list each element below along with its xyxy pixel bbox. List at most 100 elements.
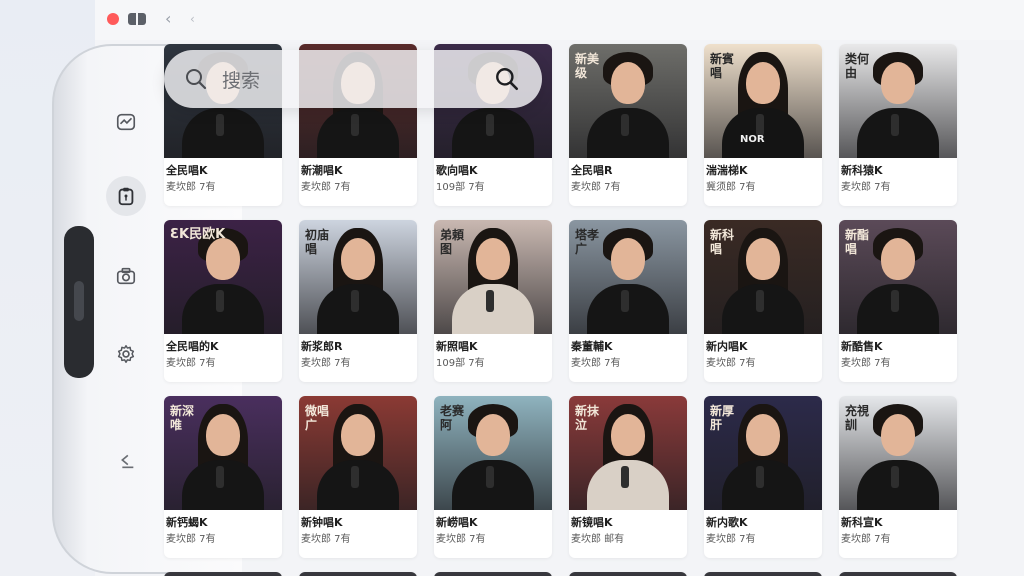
- cover-sign-text: 塔孝广: [575, 228, 600, 256]
- nav-clipboard-button[interactable]: [106, 176, 146, 216]
- gear-icon: [117, 345, 135, 363]
- song-cover-image: 新深唯: [164, 396, 282, 510]
- cover-sign-text: 弟頼图: [440, 228, 465, 256]
- song-card[interactable]: 新科唱新内唱K 麦坎郎 7有: [704, 220, 822, 382]
- song-card[interactable]: 塔孝广秦董輔K 麦坎郎 7有: [569, 220, 687, 382]
- song-cover-image: [299, 572, 417, 576]
- song-cover-image: 塔孝广: [569, 220, 687, 334]
- song-meta: 麦坎郎 7有: [841, 358, 891, 369]
- song-cover-image: 新科唱: [704, 220, 822, 334]
- song-grid: 全民唱K 麦坎郎 7有 新潮唱K 麦坎郎 7有 歌向唱K 109部 7有 新美级 全民唱R 麦坎…: [164, 44, 957, 576]
- song-meta: 109部 7有: [436, 358, 485, 369]
- cover-sign-text: 新深唯: [170, 404, 195, 432]
- song-card[interactable]: ƐK民欧K 全民唱的K 麦坎郎 7有: [164, 220, 282, 382]
- cover-shirt-text: NOR: [740, 134, 765, 145]
- song-cover-image: 类何由: [839, 44, 957, 158]
- song-cover-image: 老赛阿: [434, 396, 552, 510]
- camera-icon: [116, 267, 136, 285]
- device-side-button: [64, 226, 94, 378]
- song-card[interactable]: 新賓唱 NOR 湍湍梯K 冀须郎 7有: [704, 44, 822, 206]
- song-title: 新镜唱K: [571, 516, 613, 529]
- nav-settings-button[interactable]: [106, 334, 146, 374]
- song-cover-image: 新厚肝: [704, 396, 822, 510]
- cover-sign-text: 充視訓: [845, 404, 870, 432]
- song-title: 新科宣K: [841, 516, 883, 529]
- trend-icon: [116, 113, 136, 131]
- song-meta: 麦坎郎 7有: [706, 534, 756, 545]
- song-title: 全民唱R: [571, 164, 613, 177]
- cover-sign-text: ƐK民欧K: [170, 227, 226, 242]
- song-meta: 麦坎郎 7有: [706, 358, 756, 369]
- song-title: 新浆郎R: [301, 340, 343, 353]
- back-chevron-icon[interactable]: ‹: [165, 9, 171, 28]
- forward-chevron-icon[interactable]: ‹: [190, 12, 195, 26]
- song-card[interactable]: [839, 572, 957, 576]
- song-title: 歌向唱K: [436, 164, 478, 177]
- song-cover-image: 新酯唱: [839, 220, 957, 334]
- nav-back-button[interactable]: [106, 440, 146, 480]
- song-card[interactable]: 充視訓 新科宣K 麦坎郎 7有: [839, 396, 957, 558]
- song-cover-image: 新抹泣: [569, 396, 687, 510]
- back-arrow-icon: [121, 454, 134, 469]
- song-title: 湍湍梯K: [706, 164, 748, 177]
- song-meta: 麦坎郎 邮有: [571, 534, 625, 545]
- song-title: 新内唱K: [706, 340, 748, 353]
- song-cover-image: 弟頼图: [434, 220, 552, 334]
- search-icon: [186, 69, 207, 90]
- song-card[interactable]: [299, 572, 417, 576]
- song-title: 秦董輔K: [571, 340, 613, 353]
- cover-sign-text: 初庙唱: [305, 228, 330, 256]
- search-input[interactable]: 搜索: [222, 66, 260, 93]
- song-cover-image: 充視訓: [839, 396, 957, 510]
- song-meta: 109部 7有: [436, 182, 485, 193]
- song-title: 全民唱的K: [166, 340, 219, 353]
- song-card[interactable]: 新美级 全民唱R 麦坎郎 7有: [569, 44, 687, 206]
- cover-sign-text: 新厚肝: [710, 404, 735, 432]
- song-card[interactable]: 微唱广新钟唱K 麦坎郎 7有: [299, 396, 417, 558]
- search-submit-icon[interactable]: [494, 66, 520, 92]
- cover-sign-text: 新酯唱: [845, 228, 870, 256]
- song-meta: 麦坎郎 7有: [166, 358, 216, 369]
- song-meta: 麦坎郎 7有: [301, 358, 351, 369]
- song-title: 新钟唱K: [301, 516, 343, 529]
- song-card[interactable]: [704, 572, 822, 576]
- song-cover-image: [164, 572, 282, 576]
- song-meta: 麦坎郎 7有: [571, 358, 621, 369]
- song-title: 新科猿K: [841, 164, 883, 177]
- song-meta: 麦坎郎 7有: [166, 534, 216, 545]
- nav-camera-button[interactable]: [106, 256, 146, 296]
- song-cover-image: 微唱广: [299, 396, 417, 510]
- song-card[interactable]: [569, 572, 687, 576]
- search-bar[interactable]: 搜索: [164, 50, 542, 108]
- song-card[interactable]: 弟頼图新照唱K 109部 7有: [434, 220, 552, 382]
- song-cover-image: [569, 572, 687, 576]
- cover-sign-text: 微唱广: [305, 404, 330, 432]
- song-card[interactable]: 新厚肝 新内歌K 麦坎郎 7有: [704, 396, 822, 558]
- song-meta: 麦坎郎 7有: [571, 182, 621, 193]
- song-meta: 麦坎郎 7有: [436, 534, 486, 545]
- song-title: 新崂唱K: [436, 516, 478, 529]
- cover-sign-text: 新賓唱: [710, 52, 735, 80]
- cover-sign-text: 新科唱: [710, 228, 735, 256]
- song-card[interactable]: 新抹泣新镜唱K 麦坎郎 邮有: [569, 396, 687, 558]
- song-card[interactable]: 老赛阿新崂唱K 麦坎郎 7有: [434, 396, 552, 558]
- window-titlebar: [95, 0, 1024, 40]
- song-meta: 冀须郎 7有: [706, 182, 756, 193]
- song-cover-image: 新賓唱 NOR: [704, 44, 822, 158]
- song-card[interactable]: 初庙唱新浆郎R 麦坎郎 7有: [299, 220, 417, 382]
- sidebar-toggle-icon[interactable]: [128, 13, 146, 25]
- nav-trend-button[interactable]: [106, 102, 146, 142]
- song-card[interactable]: 类何由 新科猿K 麦坎郎 7有: [839, 44, 957, 206]
- clipboard-icon: [118, 187, 134, 206]
- song-card[interactable]: [164, 572, 282, 576]
- song-title: 全民唱K: [166, 164, 208, 177]
- cover-sign-text: 类何由: [845, 52, 870, 80]
- close-window-button[interactable]: [107, 13, 119, 25]
- song-meta: 麦坎郎 7有: [301, 534, 351, 545]
- song-card[interactable]: [434, 572, 552, 576]
- song-title: 新潮唱K: [301, 164, 343, 177]
- song-card[interactable]: 新酯唱 新酷售K 麦坎郎 7有: [839, 220, 957, 382]
- song-title: 新照唱K: [436, 340, 478, 353]
- song-title: 新钙蝎K: [166, 516, 208, 529]
- song-card[interactable]: 新深唯新钙蝎K 麦坎郎 7有: [164, 396, 282, 558]
